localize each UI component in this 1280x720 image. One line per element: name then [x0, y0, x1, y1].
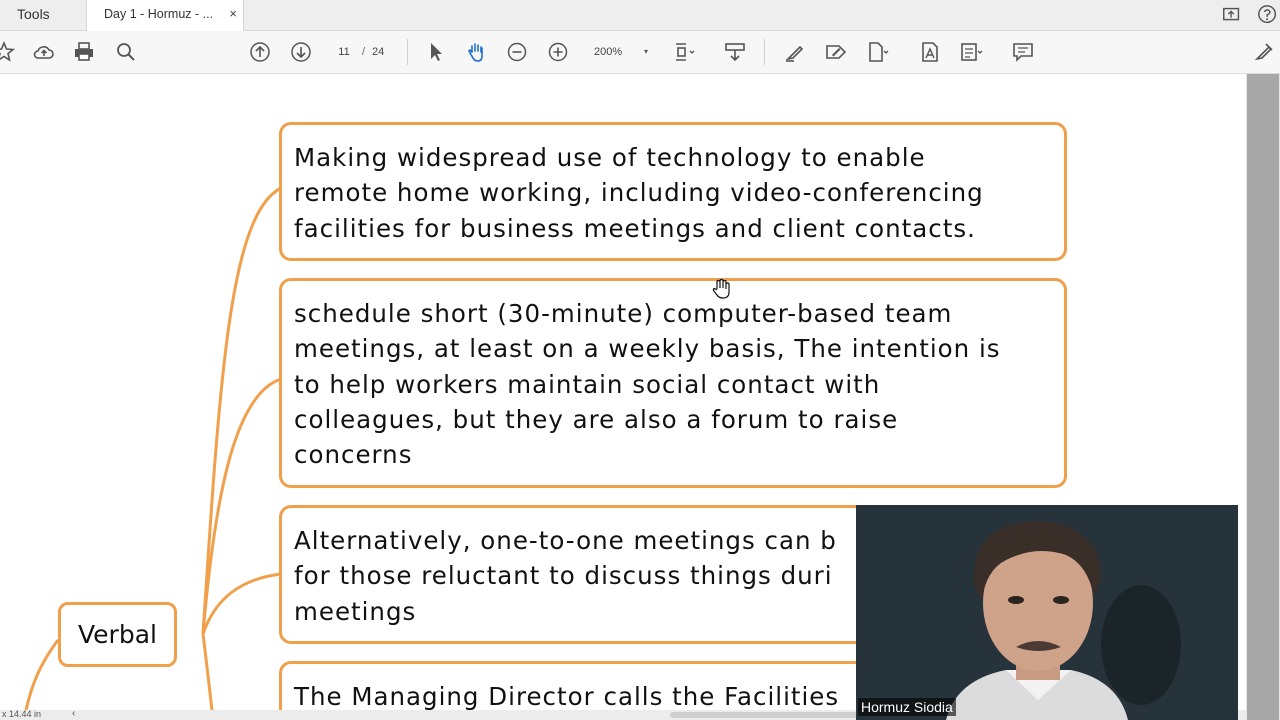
- hand-cursor-icon: [711, 278, 731, 300]
- tab-tools[interactable]: Tools: [0, 0, 86, 30]
- previous-page-icon[interactable]: [248, 40, 272, 64]
- connector-line: [24, 639, 60, 710]
- participant-name: Hormuz Siodia: [858, 698, 956, 716]
- horizontal-scroll-thumb[interactable]: [670, 712, 870, 718]
- tab-bar: Tools Day 1 - Hormuz - ... ×: [0, 0, 1280, 31]
- node-text-line: schedule short (30-minute) computer-base…: [294, 299, 953, 328]
- toolbar-divider: [407, 39, 408, 65]
- chevron-down-icon: ▾: [643, 47, 648, 56]
- search-icon[interactable]: [114, 40, 138, 64]
- connector-line: [201, 572, 282, 635]
- print-icon[interactable]: [72, 40, 96, 64]
- mindmap-node-1: Making widespread use of technology to e…: [279, 122, 1067, 261]
- next-page-icon[interactable]: [289, 40, 313, 64]
- export-pdf-icon[interactable]: [918, 40, 942, 64]
- scrollbar-thumb[interactable]: [1247, 74, 1279, 720]
- bookmark-star-icon[interactable]: [0, 40, 16, 64]
- hand-tool-icon[interactable]: [464, 40, 488, 64]
- connector-line: [201, 186, 282, 635]
- presenter-video-frame: [856, 505, 1238, 720]
- mindmap-node-2: schedule short (30-minute) computer-base…: [279, 278, 1067, 488]
- node-text-line: remote home working, including video-con…: [294, 178, 984, 208]
- toolbar: 11 / 24 200% ▾: [0, 31, 1280, 74]
- vertical-scrollbar[interactable]: [1246, 74, 1280, 720]
- page-total: 24: [372, 46, 385, 58]
- share-screen-icon[interactable]: [1221, 4, 1243, 26]
- webcam-video: Hormuz Siodia: [856, 505, 1238, 720]
- organize-pages-icon[interactable]: [959, 40, 983, 64]
- node-text-line: Making widespread use of technology to e…: [294, 143, 926, 172]
- close-icon[interactable]: ×: [229, 0, 237, 28]
- select-cursor-icon[interactable]: [424, 40, 448, 64]
- zoom-value: 200%: [594, 46, 623, 58]
- highlight-pen-icon[interactable]: [783, 40, 807, 64]
- page-number-input[interactable]: 11: [329, 40, 359, 64]
- upload-cloud-icon[interactable]: [32, 40, 56, 64]
- tab-document-label: Day 1 - Hormuz - ...: [104, 7, 214, 21]
- node-text-line: concerns: [294, 440, 413, 470]
- zoom-select[interactable]: 200% ▾: [590, 40, 652, 64]
- fill-sign-pen-icon[interactable]: [1252, 40, 1276, 64]
- page-separator: /: [362, 46, 366, 58]
- zoom-out-icon[interactable]: [505, 40, 529, 64]
- tab-document[interactable]: Day 1 - Hormuz - ... ×: [86, 0, 244, 31]
- node-text-line: colleagues, but they are also a forum to…: [294, 404, 899, 434]
- comment-icon[interactable]: [1011, 40, 1035, 64]
- sign-icon[interactable]: [824, 40, 848, 64]
- scroll-left-icon[interactable]: ‹: [72, 708, 75, 719]
- fit-page-icon[interactable]: [672, 40, 696, 64]
- zoom-in-icon[interactable]: [546, 40, 570, 64]
- help-icon[interactable]: [1257, 4, 1279, 26]
- page-options-icon[interactable]: [865, 40, 889, 64]
- toolbar-divider: [764, 39, 765, 65]
- node-text-line: facilities for business meetings and cli…: [294, 213, 976, 243]
- connector-line: [201, 633, 214, 710]
- connector-line: [201, 377, 282, 635]
- node-text-line: meetings, at least on a weekly basis, Th…: [294, 334, 1001, 364]
- scroll-mode-icon[interactable]: [723, 40, 747, 64]
- page-size-readout: x 14.44 in: [2, 709, 42, 719]
- node-text-line: to help workers maintain social contact …: [294, 369, 881, 399]
- mindmap-root-node: Verbal: [58, 602, 177, 667]
